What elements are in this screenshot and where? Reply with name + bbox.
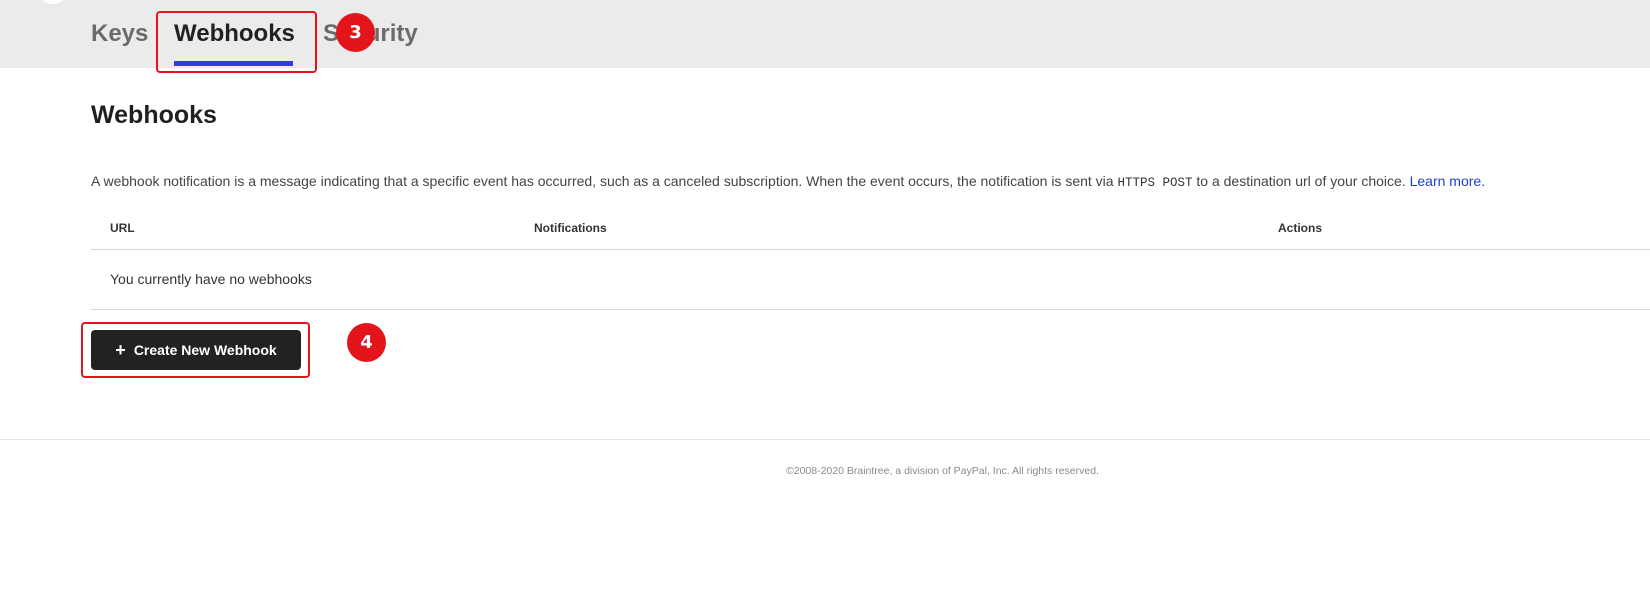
create-button-highlight bbox=[81, 322, 310, 378]
learn-more-link[interactable]: Learn more. bbox=[1410, 173, 1485, 189]
tab-keys[interactable]: Keys bbox=[91, 18, 148, 50]
description-text: A webhook notification is a message indi… bbox=[91, 173, 1118, 189]
step-4-badge: 4 bbox=[347, 323, 386, 362]
description-code: HTTPS POST bbox=[1117, 176, 1193, 190]
table-bottom-divider bbox=[91, 309, 1650, 310]
page-title: Webhooks bbox=[91, 101, 217, 129]
corner-decoration bbox=[40, 0, 66, 4]
footer-divider bbox=[0, 439, 1650, 440]
column-header-actions: Actions bbox=[1278, 221, 1323, 235]
column-header-url: URL bbox=[110, 221, 135, 235]
column-header-notifications: Notifications bbox=[534, 221, 607, 235]
table-header-divider bbox=[91, 249, 1650, 250]
step-3-badge: 3 bbox=[336, 13, 375, 52]
description-text-after: to a destination url of your choice. bbox=[1192, 173, 1410, 189]
webhook-description: A webhook notification is a message indi… bbox=[91, 172, 1485, 192]
empty-state-message: You currently have no webhooks bbox=[110, 271, 312, 287]
footer-copyright: ©2008-2020 Braintree, a division of PayP… bbox=[786, 465, 1099, 477]
webhooks-tab-highlight bbox=[156, 11, 317, 73]
